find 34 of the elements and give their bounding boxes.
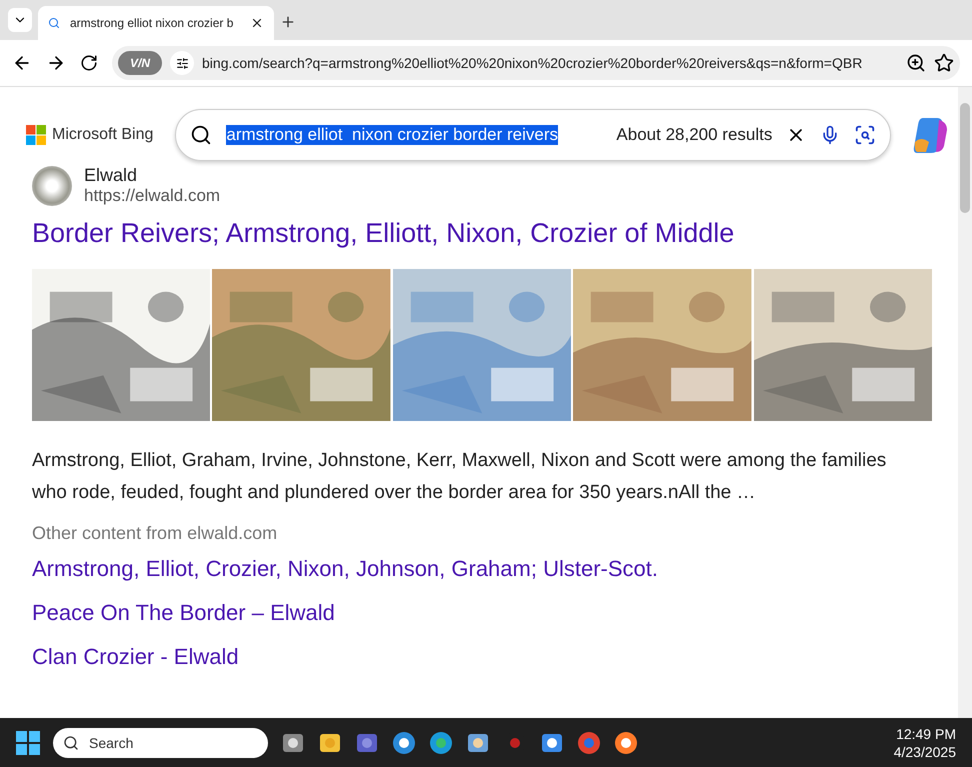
- search-icon: [190, 124, 212, 146]
- taskbar-search-field[interactable]: Search: [53, 728, 268, 758]
- clock-time: 12:49 PM: [896, 726, 956, 742]
- vpn-badge[interactable]: V/N: [118, 51, 162, 75]
- site-favicon: [32, 166, 72, 206]
- start-icon[interactable]: [16, 730, 40, 754]
- sliders-icon: [176, 56, 189, 70]
- site-url: https://elwald.com: [84, 186, 220, 206]
- browser-tab[interactable]: armstrong elliot nixon crozier b: [38, 6, 274, 40]
- result-title-link[interactable]: Border Reivers; Armstrong, Elliott, Nixon, Crozier of Middle: [32, 218, 958, 249]
- search-icon: [48, 17, 60, 29]
- visual-search-icon[interactable]: [854, 124, 876, 146]
- zoom-icon[interactable]: [906, 53, 926, 73]
- tab-list-button[interactable]: [8, 8, 32, 32]
- reload-icon[interactable]: [80, 54, 98, 72]
- bing-logo[interactable]: Microsoft Bing: [26, 125, 154, 145]
- related-link[interactable]: Peace On The Border – Elwald: [32, 600, 958, 626]
- related-link[interactable]: Armstrong, Elliot, Crozier, Nixon, Johnson, Graham; Ulster-Scot.: [32, 556, 958, 582]
- star-icon[interactable]: [934, 53, 954, 73]
- search-field[interactable]: armstrong elliot nixon crozier border reivers About 28,200 results: [175, 109, 892, 161]
- copilot-icon[interactable]: [913, 116, 950, 154]
- other-content-heading: Other content from elwald.com: [32, 523, 278, 544]
- windows-logo-icon: [26, 125, 46, 145]
- close-icon[interactable]: [250, 16, 264, 30]
- result-snippet: Armstrong, Elliot, Graham, Irvine, Johnstone, Kerr, Maxwell, Nixon and Scott were among the families who rode, feuded, fought and plundered over the border area for 350 years.nAll the …: [32, 449, 888, 505]
- results-count: About 28,200 results: [616, 125, 772, 145]
- new-tab-icon[interactable]: [280, 14, 296, 30]
- site-info-button[interactable]: [170, 51, 194, 75]
- search-icon: [63, 734, 79, 750]
- scrollbar[interactable]: [958, 87, 972, 718]
- site-name: Elwald: [84, 165, 138, 186]
- clock-date: 4/23/2025: [894, 744, 956, 760]
- related-link[interactable]: Clan Crozier - Elwald: [32, 644, 958, 670]
- address-bar[interactable]: V/N bing.com/search?q=armstrong%20elliot%20%20nixon%20crozier%20border%20reivers&qs=n&form=QBR: [112, 46, 960, 80]
